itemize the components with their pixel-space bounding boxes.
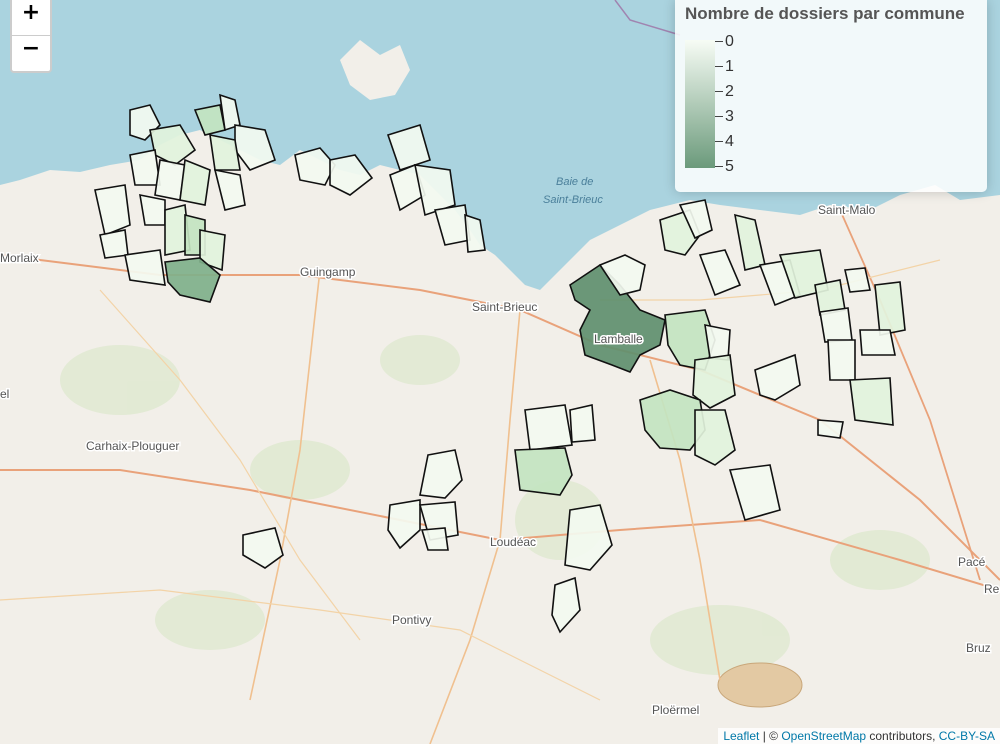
commune-polygon[interactable] bbox=[817, 419, 844, 439]
commune-polygon[interactable] bbox=[209, 133, 241, 171]
town-label: Loudéac bbox=[490, 535, 536, 549]
town-label: Bruz bbox=[966, 641, 991, 655]
forest-area bbox=[717, 662, 803, 708]
zoom-control: + − bbox=[10, 0, 52, 73]
map-attribution: Leaflet | © OpenStreetMap contributors, … bbox=[718, 728, 1000, 744]
commune-polygon[interactable] bbox=[129, 149, 161, 186]
town-label: Ploërmel bbox=[652, 703, 699, 717]
commune-polygon[interactable] bbox=[827, 339, 856, 381]
map-legend: Nombre de dossiers par commune 0 1 2 3 4… bbox=[675, 0, 987, 192]
commune-polygon[interactable] bbox=[849, 377, 894, 426]
commune-polygon[interactable] bbox=[514, 447, 573, 496]
town-label: Pontivy bbox=[392, 613, 431, 627]
commune-polygon[interactable] bbox=[859, 329, 896, 356]
attribution-contributors: contributors, bbox=[866, 729, 939, 743]
legend-label: 5 bbox=[715, 156, 734, 181]
town-label: Saint-Malo bbox=[818, 203, 876, 217]
zoom-in-button[interactable]: + bbox=[12, 0, 50, 35]
license-link[interactable]: CC-BY-SA bbox=[939, 729, 995, 743]
legend-labels: 0 1 2 3 4 5 bbox=[715, 31, 734, 181]
commune-polygon[interactable] bbox=[139, 193, 166, 226]
legend-label: 4 bbox=[715, 131, 734, 156]
legend-gradient-bar bbox=[685, 40, 715, 168]
town-label: Re bbox=[984, 582, 1000, 596]
legend-label: 3 bbox=[715, 106, 734, 131]
leaflet-link[interactable]: Leaflet bbox=[723, 729, 759, 743]
commune-polygon[interactable] bbox=[99, 229, 129, 259]
town-label: Morlaix bbox=[0, 251, 39, 265]
commune-polygon[interactable] bbox=[569, 404, 596, 443]
town-label: Guingamp bbox=[300, 265, 356, 279]
town-label: Carhaix-Plouguer bbox=[86, 439, 179, 453]
bay-label: Baie de bbox=[556, 176, 593, 188]
osm-link[interactable]: OpenStreetMap bbox=[781, 729, 866, 743]
legend-label: 2 bbox=[715, 81, 734, 106]
zoom-out-button[interactable]: − bbox=[12, 35, 50, 71]
attribution-separator: | © bbox=[759, 729, 782, 743]
commune-polygon[interactable] bbox=[124, 249, 166, 286]
commune-polygon[interactable] bbox=[524, 404, 573, 451]
legend-label: 0 bbox=[715, 31, 734, 56]
town-label: Saint-Brieuc bbox=[472, 300, 537, 314]
town-label: Lamballe bbox=[594, 332, 643, 346]
commune-polygon[interactable] bbox=[874, 281, 906, 336]
legend-title: Nombre de dossiers par commune bbox=[685, 4, 965, 23]
commune-polygon[interactable] bbox=[844, 267, 871, 293]
town-label: Pacé bbox=[958, 555, 986, 569]
bay-label: Saint-Brieuc bbox=[543, 194, 603, 206]
town-label: el bbox=[0, 387, 9, 401]
legend-label: 1 bbox=[715, 56, 734, 81]
commune-polygon[interactable] bbox=[819, 307, 853, 343]
